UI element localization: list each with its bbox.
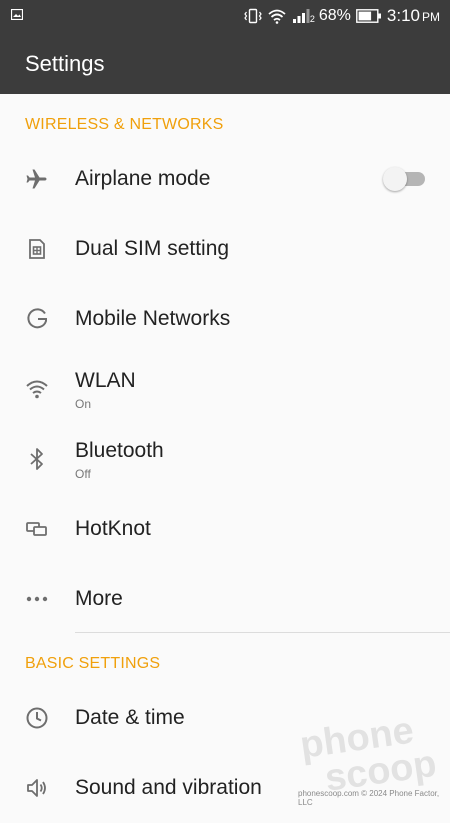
airplane-mode-toggle[interactable] (383, 167, 427, 191)
toggle-thumb (383, 167, 407, 191)
bluetooth-icon (24, 446, 50, 472)
section-header-wireless: WIRELESS & NETWORKS (25, 116, 224, 133)
clock-ampm: PM (422, 10, 440, 24)
vibrate-icon (244, 8, 262, 24)
phonescoop-watermark-logo: phone scoop (300, 712, 439, 790)
airplane-icon (24, 166, 50, 192)
sound-label: Sound and vibration (75, 776, 262, 799)
dual-sim-label: Dual SIM setting (75, 237, 230, 260)
status-bar: 2 68% 3:10 PM (0, 0, 450, 32)
signal-icon: 2 (292, 8, 315, 24)
settings-item-more[interactable]: More (0, 564, 450, 634)
wifi-icon (24, 376, 50, 402)
mobile-networks-label: Mobile Networks (75, 307, 231, 330)
wlan-label: WLAN (75, 369, 136, 392)
g-icon (24, 306, 50, 332)
app-bar: Settings (0, 32, 450, 94)
battery-icon (356, 9, 381, 23)
wifi-status-icon (268, 9, 286, 24)
clock-icon (24, 705, 50, 731)
settings-item-hotknot[interactable]: HotKnot (0, 494, 450, 564)
dual-sim-icon (24, 236, 50, 262)
hotknot-label: HotKnot (75, 517, 151, 540)
more-dots-icon (24, 586, 50, 612)
battery-percent: 68% (318, 7, 351, 24)
wlan-status: On (75, 397, 92, 411)
speaker-icon (24, 775, 50, 801)
bluetooth-label: Bluetooth (75, 439, 164, 462)
settings-item-dual-sim[interactable]: Dual SIM setting (0, 214, 450, 284)
bluetooth-status: Off (75, 467, 91, 481)
hotknot-icon (24, 516, 50, 542)
settings-item-airplane-mode[interactable]: Airplane mode (0, 144, 450, 214)
section-divider (75, 632, 450, 633)
clock-time: 3:10 (386, 6, 420, 25)
settings-item-bluetooth[interactable]: Bluetooth Off (0, 424, 450, 494)
section-header-basic: BASIC SETTINGS (25, 655, 161, 672)
watermark-credit: phonescoop.com © 2024 Phone Factor, LLC (298, 789, 440, 807)
status-icons: 2 68% 3:10 PM (244, 0, 440, 32)
settings-item-mobile-networks[interactable]: Mobile Networks (0, 284, 450, 354)
airplane-mode-label: Airplane mode (75, 167, 211, 190)
sim-slot-label: 2 (309, 14, 315, 24)
settings-list[interactable]: WIRELESS & NETWORKS Airplane mode Dual S… (0, 94, 450, 800)
date-time-label: Date & time (75, 706, 185, 729)
page-title: Settings (25, 51, 105, 76)
image-notification-icon (11, 9, 23, 20)
more-label: More (75, 587, 123, 610)
settings-item-wlan[interactable]: WLAN On (0, 354, 450, 424)
